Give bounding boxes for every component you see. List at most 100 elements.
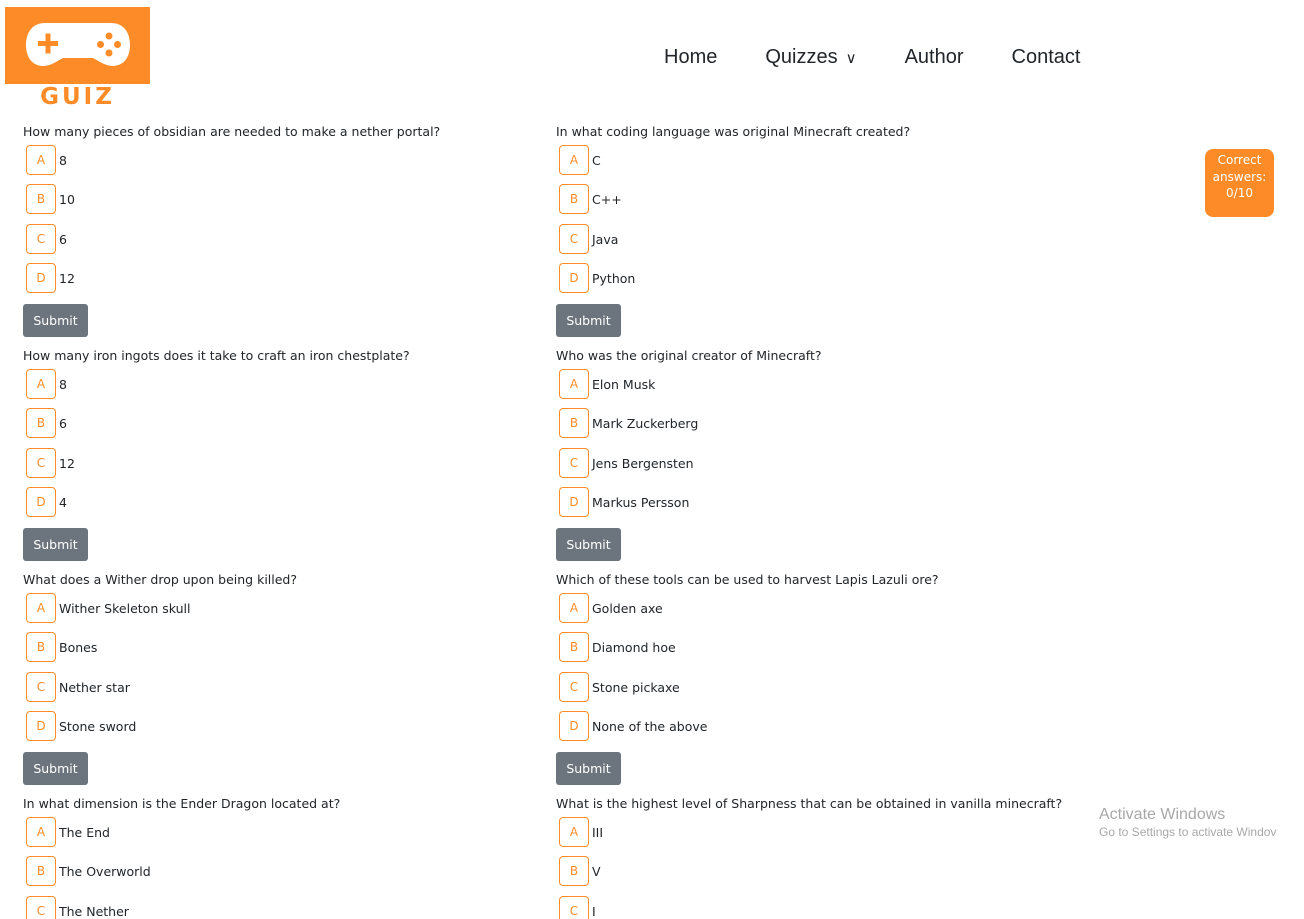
answer-option-b[interactable]: B 10: [26, 184, 75, 214]
option-text: 6: [59, 231, 67, 247]
option-letter: B: [26, 856, 56, 886]
score-label-line2: answers:: [1212, 169, 1267, 184]
watermark-subtitle: Go to Settings to activate Windov: [1099, 825, 1277, 839]
nav-quizzes-label: Quizzes: [765, 46, 838, 68]
question-card: In what coding language was original Min…: [556, 124, 1076, 339]
option-text: Mark Zuckerberg: [592, 415, 699, 431]
submit-button[interactable]: Submit: [23, 304, 88, 337]
question-text: In what dimension is the Ender Dragon lo…: [23, 796, 341, 811]
answer-option-b[interactable]: B6: [26, 408, 67, 438]
score-value: 0/10: [1226, 186, 1253, 200]
answer-option-c[interactable]: C Stone pickaxe: [559, 672, 680, 702]
option-letter: D: [559, 487, 589, 517]
submit-button[interactable]: Submit: [556, 528, 621, 561]
question-card: Which of these tools can be used to harv…: [556, 572, 1076, 787]
option-text: I: [592, 903, 596, 919]
question-text: What does a Wither drop upon being kille…: [23, 572, 297, 587]
question-card: How many pieces of obsidian are needed t…: [23, 124, 543, 339]
option-letter: B: [26, 408, 56, 438]
option-text: None of the above: [592, 718, 708, 734]
option-text: The Overworld: [59, 863, 151, 879]
answer-option-d[interactable]: D Markus Persson: [559, 487, 689, 517]
answer-option-c[interactable]: C The Nether: [26, 896, 129, 919]
option-text: Markus Persson: [592, 494, 690, 510]
nav-home-link[interactable]: Home: [664, 46, 717, 69]
watermark-title: Activate Windows: [1099, 806, 1226, 823]
score-label-line1: Correct: [1217, 153, 1262, 167]
answer-option-d[interactable]: D 12: [26, 263, 75, 293]
option-text: The End: [59, 824, 110, 840]
option-letter: C: [559, 672, 589, 702]
answer-option-b[interactable]: B Mark Zuckerberg: [559, 408, 698, 438]
option-text: Stone sword: [59, 718, 137, 734]
answer-option-a[interactable]: A Elon Musk: [559, 369, 655, 399]
question-text: How many pieces of obsidian are needed t…: [23, 124, 441, 139]
question-text: Which of these tools can be used to harv…: [556, 572, 939, 587]
score-badge: Correct answers: 0/10: [1205, 149, 1274, 217]
question-text: How many iron ingots does it take to cra…: [23, 348, 410, 363]
answer-option-d[interactable]: D Python: [559, 263, 635, 293]
main-nav: Home Quizzes ∨ Author Contact: [664, 46, 1080, 69]
submit-button[interactable]: Submit: [556, 752, 621, 785]
submit-button[interactable]: Submit: [23, 528, 88, 561]
answer-option-b[interactable]: B Diamond hoe: [559, 632, 676, 662]
option-letter: D: [559, 263, 589, 293]
option-letter: A: [26, 593, 56, 623]
option-text: Elon Musk: [592, 376, 656, 392]
option-letter: B: [559, 184, 589, 214]
option-text: C: [592, 152, 601, 168]
option-text: 8: [59, 152, 67, 168]
answer-option-a[interactable]: A8: [26, 369, 67, 399]
answer-option-c[interactable]: C Jens Bergensten: [559, 448, 694, 478]
answer-option-d[interactable]: D4: [26, 487, 67, 517]
answer-option-a[interactable]: A III: [559, 817, 603, 847]
option-letter: D: [26, 487, 56, 517]
option-text: 12: [59, 270, 75, 286]
answer-option-c[interactable]: C Java: [559, 224, 618, 254]
option-text: V: [592, 863, 601, 879]
option-letter: C: [26, 672, 56, 702]
answer-option-a[interactable]: A The End: [26, 817, 110, 847]
site-logo[interactable]: GUIZ: [5, 7, 150, 112]
answer-option-c[interactable]: C 12: [26, 448, 75, 478]
question-text: What is the highest level of Sharpness t…: [556, 796, 1063, 811]
option-letter: B: [559, 408, 589, 438]
question-card: Who was the original creator of Minecraf…: [556, 348, 1076, 563]
option-text: 8: [59, 376, 67, 392]
option-letter: A: [559, 593, 589, 623]
logo-text: GUIZ: [40, 84, 115, 110]
answer-option-c[interactable]: C6: [26, 224, 67, 254]
answer-option-a[interactable]: A Wither Skeleton skull: [26, 593, 190, 623]
submit-button[interactable]: Submit: [23, 752, 88, 785]
answer-option-d[interactable]: D Stone sword: [26, 711, 136, 741]
answer-option-a[interactable]: A8: [26, 145, 67, 175]
option-letter: A: [26, 369, 56, 399]
answer-option-a[interactable]: AC: [559, 145, 601, 175]
answer-option-a[interactable]: A Golden axe: [559, 593, 663, 623]
answer-option-c[interactable]: CI: [559, 896, 596, 919]
question-card: What does a Wither drop upon being kille…: [23, 572, 543, 787]
option-letter: A: [26, 145, 56, 175]
gamepad-logo-box: [5, 7, 150, 84]
option-letter: C: [559, 896, 589, 919]
answer-option-d[interactable]: D None of the above: [559, 711, 707, 741]
nav-quizzes-dropdown[interactable]: Quizzes ∨: [765, 46, 856, 69]
option-letter: D: [26, 711, 56, 741]
option-text: Python: [592, 270, 636, 286]
answer-option-b[interactable]: B Bones: [26, 632, 97, 662]
nav-contact-link[interactable]: Contact: [1012, 46, 1081, 69]
option-text: C++: [592, 191, 622, 207]
answer-option-b[interactable]: B C++: [559, 184, 622, 214]
answer-option-c[interactable]: C Nether star: [26, 672, 130, 702]
question-card: How many iron ingots does it take to cra…: [23, 348, 543, 563]
answer-option-b[interactable]: B The Overworld: [26, 856, 151, 886]
submit-button[interactable]: Submit: [556, 304, 621, 337]
question-text: In what coding language was original Min…: [556, 124, 911, 139]
answer-option-b[interactable]: BV: [559, 856, 601, 886]
question-card: In what dimension is the Ender Dragon lo…: [23, 796, 543, 919]
option-letter: A: [26, 817, 56, 847]
nav-author-link[interactable]: Author: [905, 46, 964, 69]
option-text: Stone pickaxe: [592, 679, 680, 695]
option-text: Diamond hoe: [592, 639, 676, 655]
option-letter: A: [559, 145, 589, 175]
